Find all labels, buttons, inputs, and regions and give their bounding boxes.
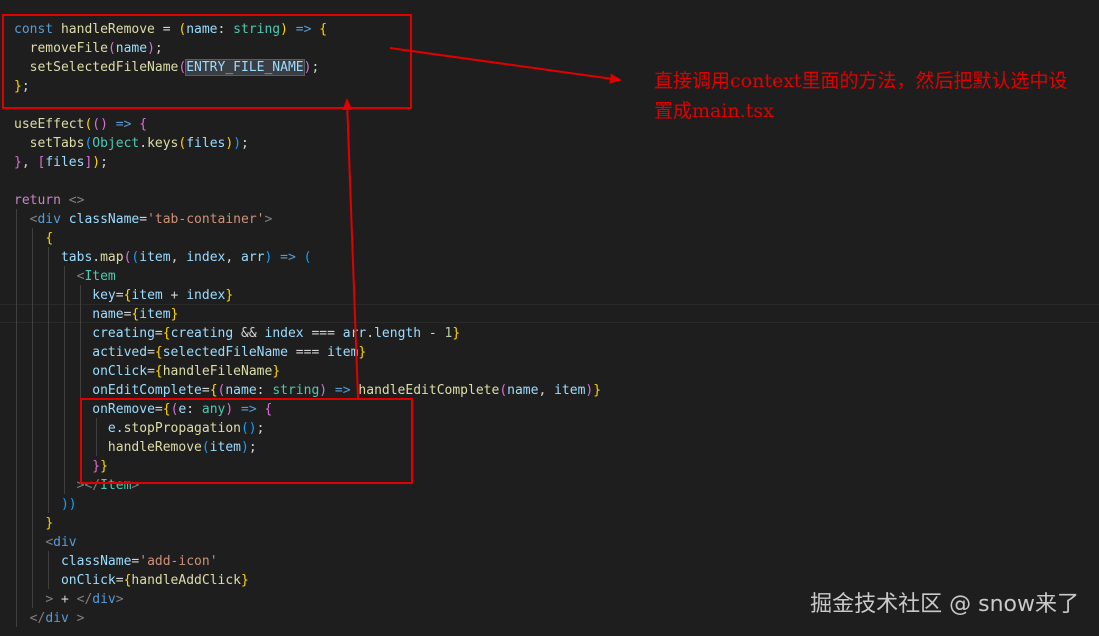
- arrow-to-annotation: [389, 47, 622, 84]
- arrow-to-handle-remove: [342, 98, 359, 399]
- annotation-note: 直接调用context里面的方法，然后把默认选中设置成main.tsx: [654, 70, 1068, 122]
- watermark: 掘金技术社区 @ snow来了: [810, 592, 1079, 617]
